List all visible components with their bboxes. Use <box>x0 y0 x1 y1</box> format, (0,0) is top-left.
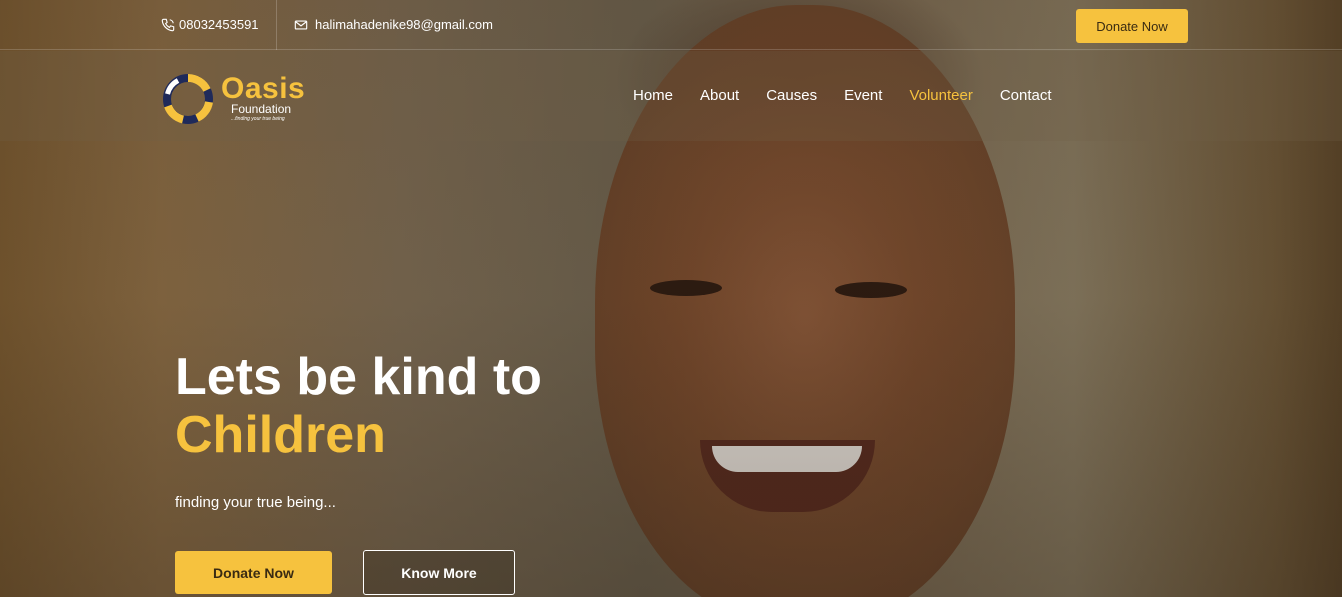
top-donate-button[interactable]: Donate Now <box>1076 9 1188 43</box>
logo-tagline: ...finding your true being <box>231 116 285 122</box>
top-bar: 08032453591 halimahadenike98@gmail.com D… <box>0 0 1342 50</box>
site-logo[interactable]: Oasis Foundation ...finding your true be… <box>161 72 305 126</box>
know-more-button[interactable]: Know More <box>363 550 515 595</box>
nav-item-volunteer[interactable]: Volunteer <box>909 87 972 104</box>
nav-item-about[interactable]: About <box>700 87 739 104</box>
phone-contact[interactable]: 08032453591 <box>161 17 259 32</box>
phone-icon <box>161 18 175 31</box>
hero-title: Lets be kind to Children <box>175 348 542 464</box>
logo-ring-icon <box>163 73 213 124</box>
nav-item-causes[interactable]: Causes <box>766 87 817 104</box>
topbar-divider <box>276 0 277 50</box>
hero-title-accent: Children <box>175 406 386 464</box>
phone-number: 08032453591 <box>179 17 259 32</box>
nav-item-contact[interactable]: Contact <box>1000 87 1052 104</box>
email-address: halimahadenike98@gmail.com <box>315 17 493 32</box>
nav-item-home[interactable]: Home <box>633 87 673 104</box>
hero-title-line1: Lets be kind to <box>175 348 542 406</box>
nav-item-event[interactable]: Event <box>844 87 882 104</box>
main-navbar: Oasis Foundation ...finding your true be… <box>0 51 1342 141</box>
hero-donate-button[interactable]: Donate Now <box>175 551 332 594</box>
envelope-icon <box>294 19 308 30</box>
hero-subtitle: finding your true being... <box>175 494 336 511</box>
logo-title: Oasis <box>221 72 306 105</box>
email-contact[interactable]: halimahadenike98@gmail.com <box>294 17 493 32</box>
logo-text: Oasis Foundation ...finding your true be… <box>221 72 306 122</box>
nav-menu: Home About Causes Event Volunteer Contac… <box>633 87 1079 104</box>
